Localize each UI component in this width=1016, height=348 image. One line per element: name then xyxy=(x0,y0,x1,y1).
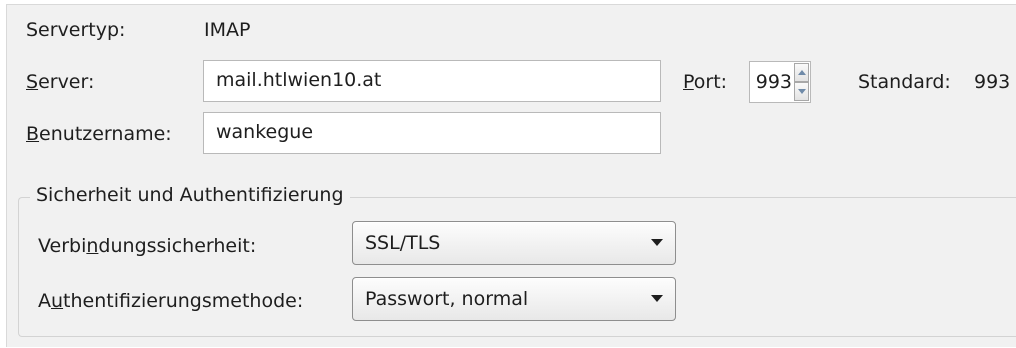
username-label-rest: enutzername: xyxy=(39,123,172,145)
username-input[interactable]: wankegue xyxy=(203,112,661,154)
auth-method-label: Authentifizierungsmethode: xyxy=(38,290,303,312)
username-label: Benutzername: xyxy=(26,123,172,145)
port-label-accesskey: P xyxy=(683,71,694,93)
security-group-title: Sicherheit und Authentifizierung xyxy=(30,184,350,206)
dropdown-arrow-icon xyxy=(651,295,663,302)
connection-security-label-accesskey: n xyxy=(86,235,99,257)
auth-method-label-pre: A xyxy=(38,290,51,312)
connection-security-label-post: dungssicherheit: xyxy=(98,235,257,257)
auth-method-select[interactable]: Passwort, normal xyxy=(352,277,676,321)
standard-port-label: Standard: xyxy=(858,71,951,93)
connection-security-select[interactable]: SSL/TLS xyxy=(352,221,676,265)
connection-security-label: Verbindungssicherheit: xyxy=(38,235,256,257)
connection-security-value: SSL/TLS xyxy=(365,232,441,254)
server-label-accesskey: S xyxy=(26,71,39,93)
port-label-rest: ort: xyxy=(693,71,728,93)
server-input[interactable]: mail.htlwien10.at xyxy=(203,60,661,102)
chevron-up-icon xyxy=(797,70,806,75)
connection-security-label-pre: Verbi xyxy=(38,235,87,257)
auth-method-label-post: thentifizierungsmethode: xyxy=(63,290,304,312)
port-increment-button[interactable] xyxy=(794,63,809,82)
server-label: Server: xyxy=(26,71,94,93)
standard-port-value: 993 xyxy=(974,71,1011,93)
port-label: Port: xyxy=(683,71,727,93)
server-type-value: IMAP xyxy=(204,19,251,41)
auth-method-label-accesskey: u xyxy=(51,290,64,312)
server-label-rest: erver: xyxy=(38,71,95,93)
username-label-accesskey: B xyxy=(26,123,40,145)
chevron-down-icon xyxy=(797,89,806,94)
dropdown-arrow-icon xyxy=(651,239,663,246)
auth-method-value: Passwort, normal xyxy=(365,288,529,310)
port-spinbox[interactable]: 993 xyxy=(749,61,811,103)
port-value[interactable]: 993 xyxy=(756,62,792,102)
server-type-label: Servertyp: xyxy=(26,19,126,41)
port-decrement-button[interactable] xyxy=(794,82,809,101)
